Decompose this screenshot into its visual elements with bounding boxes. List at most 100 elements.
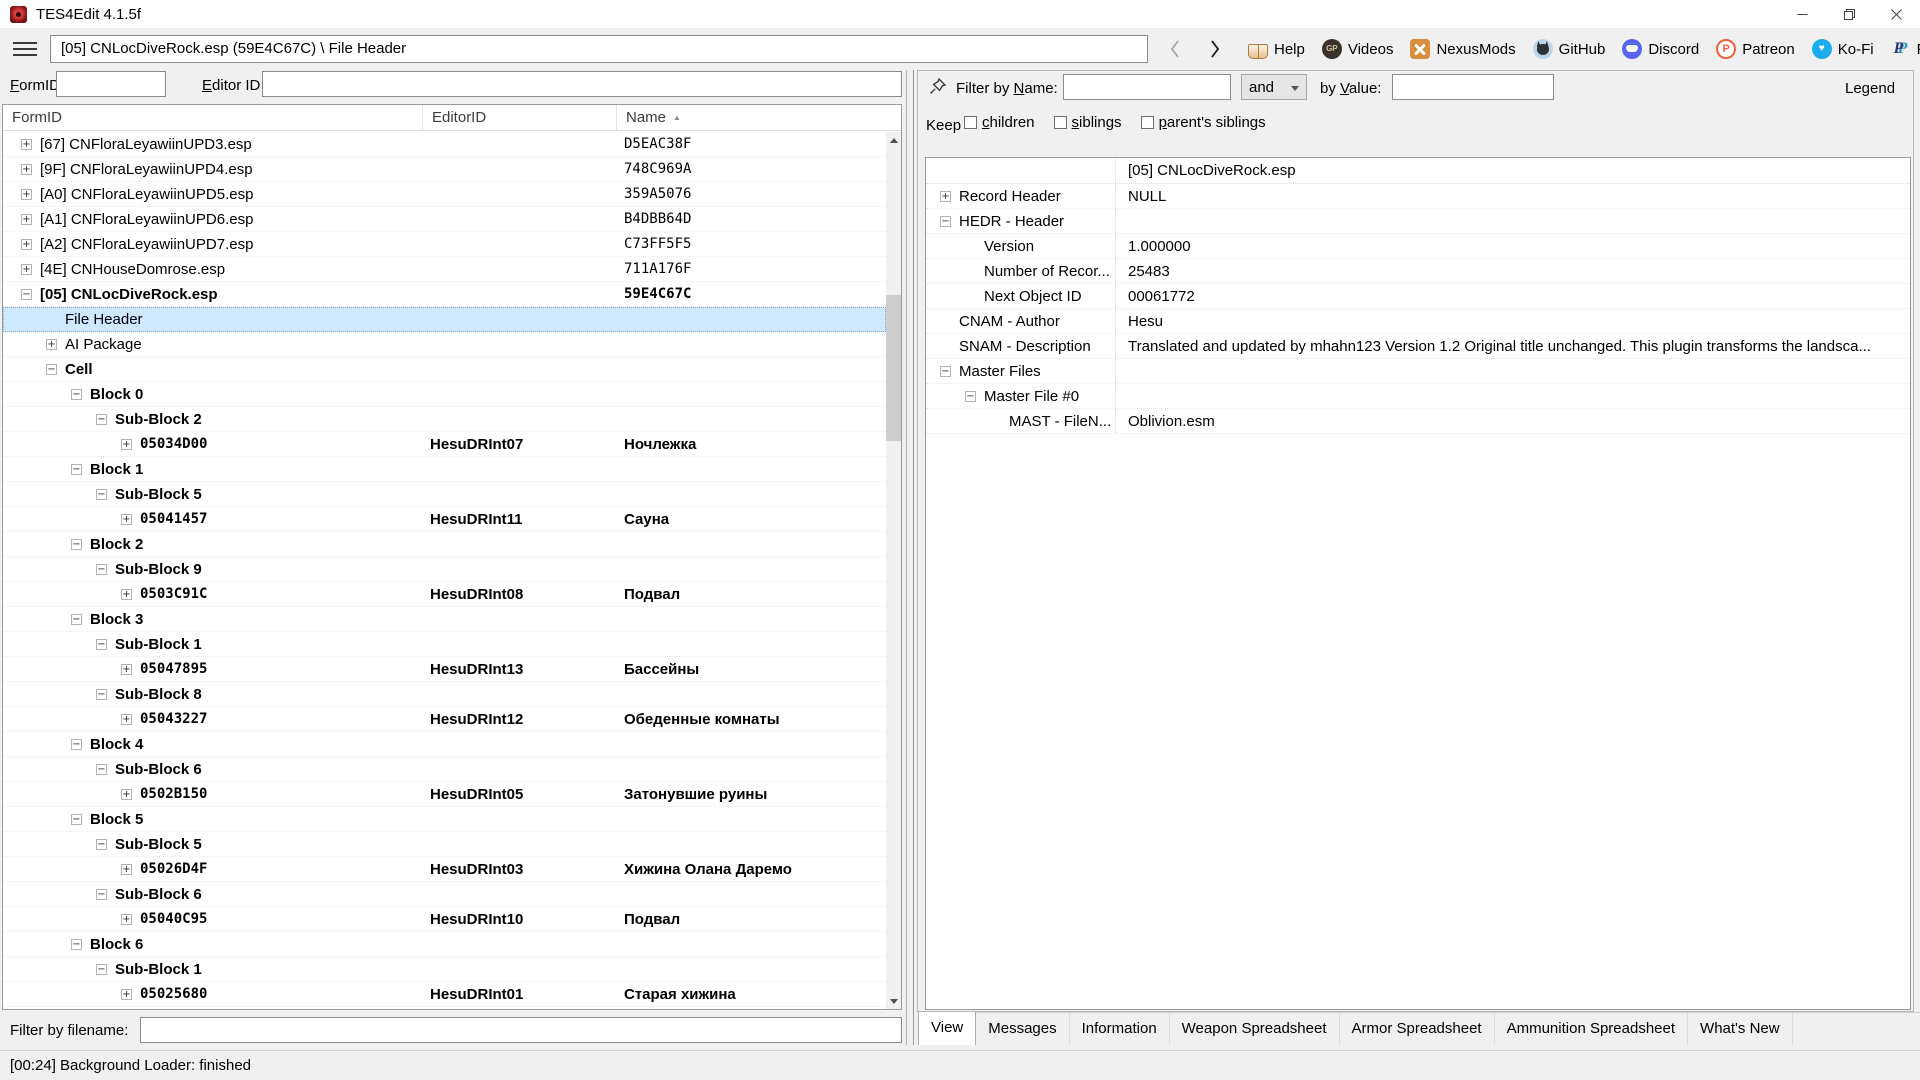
expand-icon[interactable]: +	[121, 914, 132, 925]
expand-icon[interactable]: +	[21, 139, 32, 150]
tab[interactable]: View	[918, 1012, 976, 1045]
maximize-button[interactable]	[1826, 0, 1873, 28]
editorid-input[interactable]	[262, 71, 902, 97]
detail-row[interactable]: Next Object ID 00061772	[926, 284, 1910, 309]
table-row[interactable]: + [67] CNFloraLeyawiinUPD3.esp D5EAC38F	[3, 132, 886, 157]
keep-option[interactable]: parent's siblings	[1141, 114, 1266, 131]
expand-icon[interactable]: +	[121, 864, 132, 875]
close-button[interactable]	[1873, 0, 1920, 28]
table-row[interactable]: + 05026D4F HesuDRInt03 Хижина Олана Даре…	[3, 857, 886, 882]
table-row[interactable]: + [4E] CNHouseDomrose.esp 711A176F	[3, 257, 886, 282]
table-row[interactable]: − Block 0	[3, 382, 886, 407]
expand-icon[interactable]: −	[71, 389, 82, 400]
detail-field-value[interactable]: NULL	[1116, 188, 1910, 205]
table-row[interactable]: − Block 6	[3, 932, 886, 957]
expand-icon[interactable]: +	[21, 189, 32, 200]
checkbox-unchecked[interactable]	[1054, 116, 1067, 129]
table-row[interactable]: + [A2] CNFloraLeyawiinUPD7.esp C73FF5F5	[3, 232, 886, 257]
expand-icon[interactable]: +	[121, 439, 132, 450]
table-row[interactable]: − Sub-Block 6	[3, 757, 886, 782]
expand-icon[interactable]: −	[96, 489, 107, 500]
address-bar[interactable]: [05] CNLocDiveRock.esp (59E4C67C) \ File…	[50, 35, 1148, 63]
expand-icon[interactable]: −	[96, 689, 107, 700]
column-header-editorid[interactable]: EditorID	[423, 105, 617, 130]
table-row[interactable]: + 0502B150 HesuDRInt05 Затонувшие руины	[3, 782, 886, 807]
expand-icon[interactable]: −	[96, 839, 107, 850]
detail-field-value[interactable]: Hesu	[1116, 313, 1910, 330]
expand-icon[interactable]: +	[121, 789, 132, 800]
expand-icon[interactable]: −	[71, 614, 82, 625]
detail-row[interactable]: Number of Recor... 25483	[926, 259, 1910, 284]
expand-icon[interactable]: −	[940, 366, 951, 377]
pin-button[interactable]	[928, 77, 948, 97]
checkbox-unchecked[interactable]	[1141, 116, 1154, 129]
table-row[interactable]: − Sub-Block 5	[3, 482, 886, 507]
filename-filter-input[interactable]	[140, 1017, 902, 1043]
expand-icon[interactable]: +	[121, 664, 132, 675]
detail-field-value[interactable]: 1.000000	[1116, 238, 1910, 255]
tab[interactable]: Ammunition Spreadsheet	[1495, 1013, 1688, 1045]
table-row[interactable]: − [05] CNLocDiveRock.esp 59E4C67C	[3, 282, 886, 307]
expand-icon[interactable]: −	[71, 739, 82, 750]
detail-row[interactable]: CNAM - Author Hesu	[926, 309, 1910, 334]
expand-icon[interactable]: +	[121, 589, 132, 600]
table-row[interactable]: File Header	[3, 307, 886, 332]
checkbox-unchecked[interactable]	[964, 116, 977, 129]
expand-icon[interactable]: +	[21, 264, 32, 275]
column-header-formid[interactable]: FormID	[3, 105, 423, 130]
detail-field-value[interactable]: 25483	[1116, 263, 1910, 280]
tab[interactable]: Armor Spreadsheet	[1340, 1013, 1495, 1045]
tab[interactable]: Messages	[976, 1013, 1069, 1045]
scroll-thumb[interactable]	[886, 295, 901, 441]
table-row[interactable]: + 05043227 HesuDRInt12 Обеденные комнаты	[3, 707, 886, 732]
table-row[interactable]: − Sub-Block 1	[3, 957, 886, 982]
tab[interactable]: What's New	[1688, 1013, 1793, 1045]
column-header-name[interactable]: Name ▲	[617, 105, 901, 130]
expand-icon[interactable]: +	[940, 191, 951, 202]
toolbar-link[interactable]: Videos	[1322, 39, 1394, 59]
table-row[interactable]: − Sub-Block 1	[3, 632, 886, 657]
filter-by-name-input[interactable]	[1063, 74, 1231, 100]
minimize-button[interactable]	[1779, 0, 1826, 28]
table-row[interactable]: + 05041457 HesuDRInt11 Сауна	[3, 507, 886, 532]
table-row[interactable]: − Sub-Block 8	[3, 682, 886, 707]
expand-icon[interactable]: −	[96, 564, 107, 575]
expand-icon[interactable]: +	[21, 239, 32, 250]
toolbar-link[interactable]: GitHub	[1533, 39, 1606, 59]
expand-icon[interactable]: −	[96, 414, 107, 425]
detail-row[interactable]: Version 1.000000	[926, 234, 1910, 259]
table-row[interactable]: − Sub-Block 2	[3, 407, 886, 432]
expand-icon[interactable]: −	[96, 889, 107, 900]
toolbar-link[interactable]: Patreon	[1716, 39, 1795, 59]
detail-row[interactable]: − Master File #0	[926, 384, 1910, 409]
expand-icon[interactable]: −	[71, 939, 82, 950]
expand-icon[interactable]: −	[21, 289, 32, 300]
table-row[interactable]: + AI Package	[3, 332, 886, 357]
expand-icon[interactable]: −	[96, 764, 107, 775]
detail-field-value[interactable]: Oblivion.esm	[1116, 413, 1910, 430]
expand-icon[interactable]: +	[121, 989, 132, 1000]
expand-icon[interactable]: −	[71, 539, 82, 550]
panel-splitter[interactable]	[906, 70, 916, 1045]
table-row[interactable]: − Sub-Block 6	[3, 882, 886, 907]
expand-icon[interactable]: −	[96, 639, 107, 650]
expand-icon[interactable]: +	[121, 714, 132, 725]
menu-button[interactable]	[12, 38, 38, 60]
detail-row[interactable]: SNAM - Description Translated and update…	[926, 334, 1910, 359]
table-row[interactable]: + 05034D00 HesuDRInt07 Ночлежка	[3, 432, 886, 457]
detail-row[interactable]: − Master Files	[926, 359, 1910, 384]
expand-icon[interactable]: +	[121, 514, 132, 525]
forward-button[interactable]	[1202, 37, 1228, 61]
table-row[interactable]: − Block 1	[3, 457, 886, 482]
filter-by-value-input[interactable]	[1392, 74, 1554, 100]
toolbar-link[interactable]: PayPal	[1891, 39, 1920, 59]
expand-icon[interactable]: −	[71, 814, 82, 825]
tab[interactable]: Weapon Spreadsheet	[1170, 1013, 1340, 1045]
table-row[interactable]: + [A1] CNFloraLeyawiinUPD6.esp B4DBB64D	[3, 207, 886, 232]
toolbar-link[interactable]: Discord	[1622, 39, 1699, 59]
table-row[interactable]: − Block 2	[3, 532, 886, 557]
expand-icon[interactable]: −	[71, 464, 82, 475]
detail-row[interactable]: − HEDR - Header	[926, 209, 1910, 234]
record-column-header[interactable]: [05] CNLocDiveRock.esp	[1116, 162, 1910, 179]
keep-option[interactable]: children	[964, 114, 1035, 131]
